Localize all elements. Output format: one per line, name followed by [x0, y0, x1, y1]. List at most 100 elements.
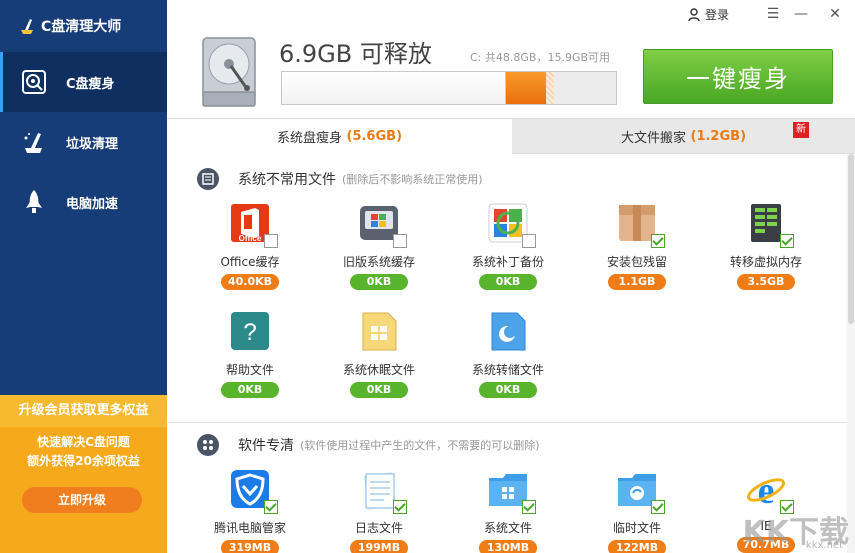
broom-icon [20, 128, 48, 156]
clean-item-log-files[interactable]: 日志文件 199MB [324, 468, 434, 553]
sidebar-item-label: C盘瘦身 [66, 76, 115, 92]
disk-scan-icon [20, 68, 48, 96]
item-size-badge: 40.0KB [221, 274, 279, 290]
item-size-badge: 1.1GB [608, 274, 666, 290]
system-folder-icon [487, 468, 536, 514]
upgrade-button[interactable]: 立即升级 [22, 487, 142, 513]
watermark-url: kkx.net [805, 540, 843, 551]
item-size-badge: 0KB [350, 274, 408, 290]
document-icon [197, 168, 219, 190]
menu-icon[interactable]: ☰ [763, 4, 783, 24]
clean-item-virtual-memory[interactable]: 转移虚拟内存 3.5GB [711, 202, 821, 290]
clean-item-dump-file[interactable]: 系统转储文件 0KB [453, 310, 563, 398]
clean-item-help-files[interactable]: ? 帮助文件 0KB [195, 310, 305, 398]
tab-bar: 系统盘瘦身 (5.6GB) 大文件搬家 (1.2GB) 新 [167, 118, 855, 154]
section-title: 软件专清 [238, 438, 294, 454]
sidebar-item-junk-clean[interactable]: 垃圾清理 [0, 112, 167, 172]
item-checkbox[interactable] [393, 500, 407, 514]
item-label: 系统补丁备份 [471, 255, 544, 269]
clean-item-temp-files[interactable]: 临时文件 122MB [582, 468, 692, 553]
sidebar-item-c-slim[interactable]: C盘瘦身 [0, 52, 167, 112]
user-icon [688, 7, 700, 21]
promo-panel: 升级会员获取更多权益 快速解决C盘问题 额外获得20余项权益 立即升级 [0, 395, 167, 553]
svg-text:Office: Office [239, 234, 262, 243]
scrollbar-thumb[interactable] [848, 154, 854, 324]
package-box-icon [616, 202, 665, 248]
item-checkbox[interactable] [264, 500, 278, 514]
item-checkbox[interactable] [651, 500, 665, 514]
tab-size-open: ( [685, 128, 697, 144]
sidebar-item-speedup[interactable]: 电脑加速 [0, 172, 167, 232]
item-label: 系统转储文件 [471, 363, 544, 377]
item-label: 临时文件 [612, 521, 661, 535]
item-checkbox[interactable] [522, 500, 536, 514]
disk-usage-bar [281, 71, 617, 105]
clean-item-office-cache[interactable]: Office Office缓存 40.0KB [195, 202, 305, 290]
clean-item-list: 系统不常用文件 (删除后不影响系统正常使用) Office Office缓存 4… [167, 154, 855, 553]
promo-line-1: 快速解决C盘问题 [37, 435, 130, 449]
scrollbar[interactable] [847, 154, 855, 553]
item-checkbox[interactable] [780, 234, 794, 248]
help-icon: ? [229, 310, 271, 352]
item-label: 系统休眠文件 [342, 363, 415, 377]
disk-info: C: 共48.8GB，15.9GB可用 [470, 51, 611, 64]
item-size-badge: 0KB [479, 382, 537, 398]
tab-big-file-move[interactable]: 大文件搬家 (1.2GB) 新 [512, 118, 855, 154]
hard-disk-icon [202, 37, 256, 107]
close-icon[interactable]: ✕ [825, 4, 845, 24]
tab-label: 大文件搬家 [620, 130, 686, 146]
svg-text:?: ? [243, 319, 256, 346]
new-badge: 新 [793, 122, 809, 138]
clean-item-hibernate-file[interactable]: 系统休眠文件 0KB [324, 310, 434, 398]
clean-item-tencent-manager[interactable]: 腾讯电脑管家 319MB [195, 468, 305, 553]
item-size-badge: 130MB [479, 540, 537, 553]
office-icon: Office [229, 202, 278, 248]
item-checkbox[interactable] [264, 234, 278, 248]
item-label: Office缓存 [220, 255, 280, 269]
app-title: C盘清理大师 [41, 19, 122, 35]
sidebar-item-label: 电脑加速 [66, 196, 119, 212]
tab-system-slim[interactable]: 系统盘瘦身 (5.6GB) [167, 118, 512, 154]
clean-item-package-residue[interactable]: 安装包残留 1.1GB [582, 202, 692, 290]
sidebar-item-label: 垃圾清理 [66, 136, 119, 152]
patch-backup-icon [487, 202, 536, 248]
item-size-badge: 319MB [221, 540, 279, 553]
item-checkbox[interactable] [522, 234, 536, 248]
usage-used-fill [282, 72, 506, 104]
item-label: 转移虚拟内存 [729, 255, 802, 269]
login-label: 登录 [704, 8, 729, 22]
tab-size: 5.6GB [352, 129, 397, 144]
item-checkbox[interactable] [651, 234, 665, 248]
item-size-badge: 199MB [350, 540, 408, 553]
item-label: 帮助文件 [225, 363, 274, 377]
log-file-icon [358, 468, 407, 514]
item-size-badge: 0KB [221, 382, 279, 398]
minimize-icon[interactable]: — [791, 4, 811, 24]
clean-item-old-system-cache[interactable]: 旧版系统缓存 0KB [324, 202, 434, 290]
one-click-slim-button[interactable]: 一键瘦身 [643, 49, 833, 104]
rocket-icon [20, 188, 48, 216]
login-link[interactable]: 登录 [688, 6, 729, 23]
usage-freeable-fill [505, 72, 546, 104]
old-system-icon [358, 202, 407, 248]
tencent-shield-icon [229, 468, 278, 514]
tab-size: 1.2GB [696, 128, 741, 144]
section-system-unused: 系统不常用文件 (删除后不影响系统正常使用) [197, 168, 483, 190]
section-divider [167, 422, 847, 423]
clean-item-system-files[interactable]: 系统文件 130MB [453, 468, 563, 553]
item-label: 系统文件 [483, 521, 532, 535]
item-label: 旧版系统缓存 [342, 255, 415, 269]
item-size-badge: 122MB [608, 540, 666, 553]
temp-folder-icon [616, 468, 665, 514]
clean-item-patch-backup[interactable]: 系统补丁备份 0KB [453, 202, 563, 290]
item-checkbox[interactable] [393, 234, 407, 248]
tab-label: 系统盘瘦身 [276, 131, 342, 146]
sidebar: C盘清理大师 C盘瘦身 垃圾清理 电脑加速 升级会员获取更多权益 快速解决C盘问… [0, 0, 167, 553]
free-space-title: 6.9GB 可释放 [279, 40, 432, 68]
tab-size-close: ) [396, 129, 403, 144]
hibernate-file-icon [358, 310, 400, 352]
item-size-badge: 0KB [479, 274, 537, 290]
ie-icon: e [745, 468, 794, 514]
section-desc: (删除后不影响系统正常使用) [342, 173, 483, 186]
dump-file-icon [487, 310, 529, 352]
